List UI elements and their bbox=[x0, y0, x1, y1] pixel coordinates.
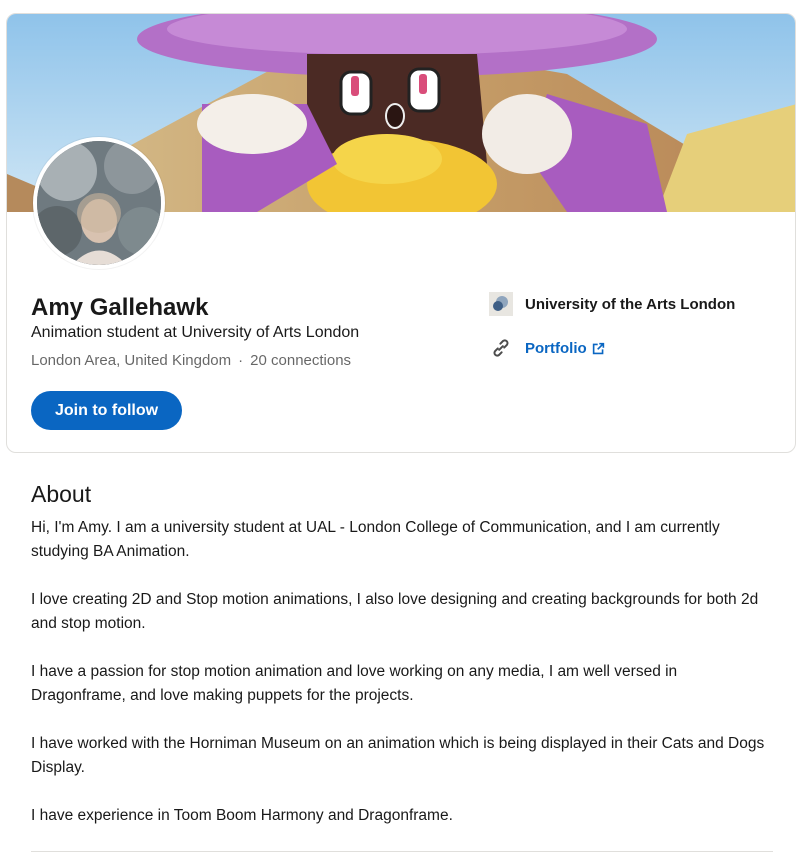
education-label: University of the Arts London bbox=[525, 295, 736, 313]
profile-name: Amy Gallehawk bbox=[31, 294, 209, 321]
profile-connections[interactable]: 20 connections bbox=[250, 352, 351, 369]
profile-avatar[interactable] bbox=[33, 137, 165, 269]
profile-headline: Animation student at University of Arts … bbox=[31, 324, 360, 341]
about-paragraph: I have experience in Toom Boom Harmony a… bbox=[31, 807, 453, 824]
about-title: About bbox=[31, 481, 92, 507]
about-paragraph: I have a passion for stop motion animati… bbox=[31, 663, 678, 704]
meta-separator: · bbox=[238, 352, 244, 369]
about-text: Hi, I'm Amy. I am a university student a… bbox=[31, 516, 771, 852]
join-to-follow-button[interactable]: Join to follow bbox=[31, 391, 183, 430]
profile-meta: London Area, United Kingdom · 20 connectio… bbox=[31, 352, 351, 369]
about-paragraph: I love creating 2D and Stop motion anima… bbox=[31, 591, 759, 632]
university-logo-icon bbox=[489, 292, 513, 316]
profile-card: Amy Gallehawk Animation student at Unive… bbox=[6, 13, 796, 453]
section-divider bbox=[31, 851, 773, 852]
external-link-icon bbox=[592, 342, 604, 354]
profile-location: London Area, United Kingdom bbox=[31, 352, 232, 369]
link-icon bbox=[489, 336, 513, 360]
about-paragraph: I have worked with the Horniman Museum o… bbox=[31, 735, 765, 776]
portfolio-link[interactable]: Portfolio bbox=[489, 336, 605, 360]
education-link[interactable]: University of the Arts London bbox=[489, 292, 735, 316]
portfolio-text: Portfolio bbox=[525, 339, 587, 357]
about-paragraph: Hi, I'm Amy. I am a university student a… bbox=[31, 519, 720, 560]
portfolio-link-label[interactable]: Portfolio bbox=[525, 340, 605, 357]
